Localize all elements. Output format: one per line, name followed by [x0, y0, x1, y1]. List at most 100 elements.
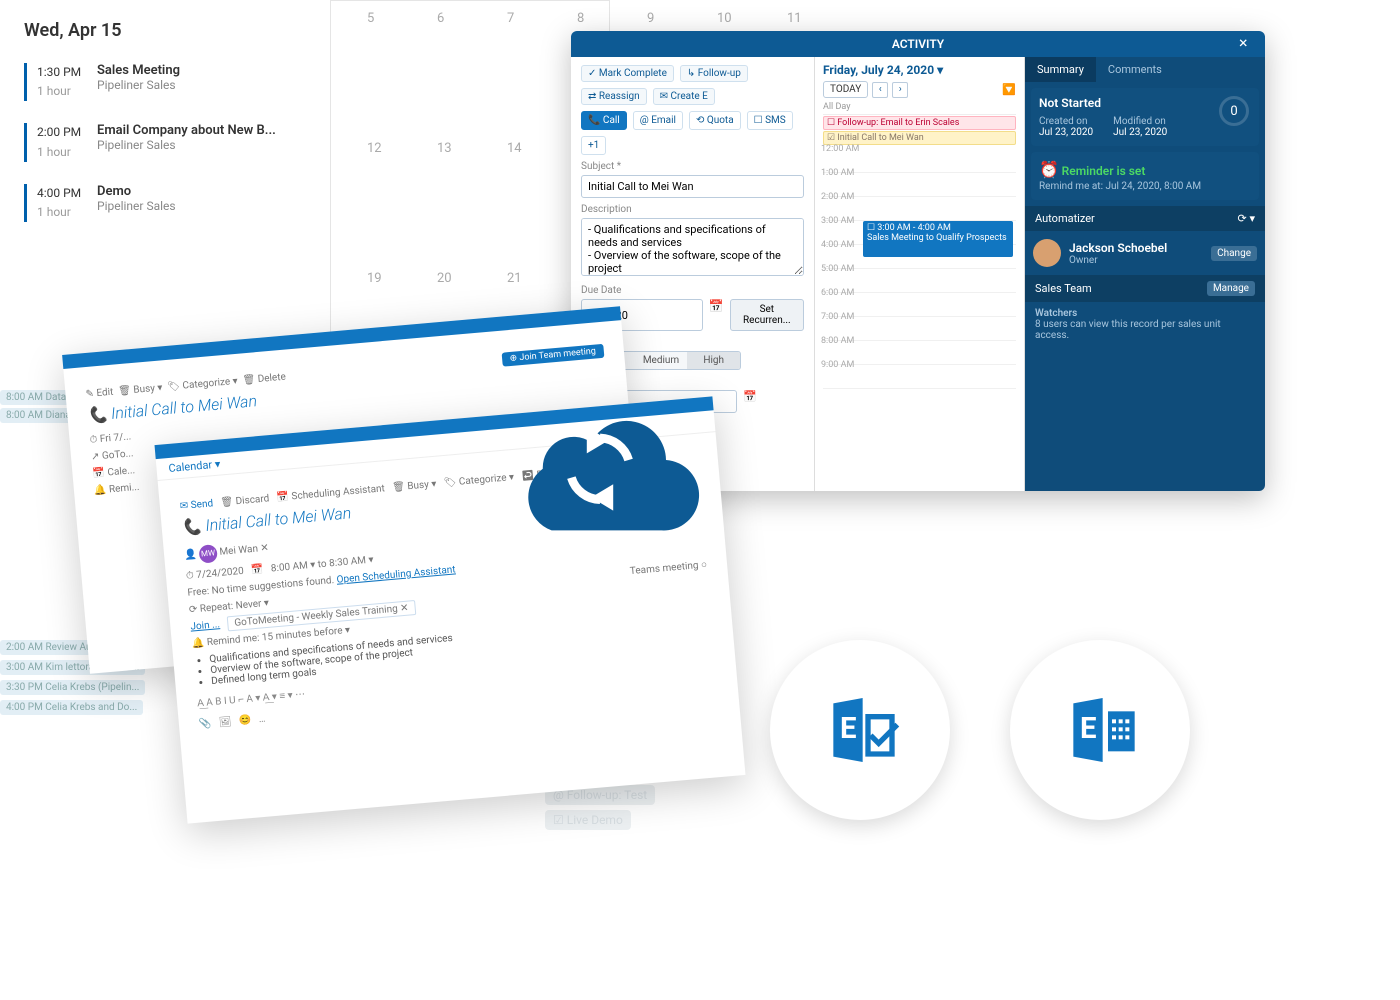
agenda-title: Email Company about New B...: [97, 123, 276, 138]
email-button[interactable]: @ Email: [633, 111, 683, 130]
next-day-button[interactable]: ›: [892, 82, 908, 98]
set-recurrence-button[interactable]: Set Recurren...: [730, 299, 804, 331]
day-9[interactable]: 9: [647, 11, 654, 26]
hour-label: 7:00 AM: [821, 312, 854, 322]
reassign-button[interactable]: ⇄ Reassign: [581, 88, 647, 105]
mark-complete-button[interactable]: ✓ Mark Complete: [581, 65, 674, 82]
chevron-down-icon[interactable]: ▾: [937, 63, 943, 77]
cloud-sync-icon: [490, 360, 710, 560]
allday-event[interactable]: ☑ Initial Call to Mei Wan: [823, 131, 1016, 145]
join-link[interactable]: Join ...: [190, 619, 220, 633]
busy-dropdown[interactable]: 🗑 Busy ▾: [118, 382, 163, 397]
day-11[interactable]: 11: [787, 11, 802, 26]
tab-comments[interactable]: Comments: [1096, 57, 1174, 82]
subject-input[interactable]: [581, 175, 804, 198]
event-title: Sales Meeting to Qualify Prospects: [867, 233, 1009, 243]
status-card: Not Started Created onJul 23, 2020 Modif…: [1031, 88, 1259, 146]
allday-event[interactable]: ☐ Follow-up: Email to Erin Scales: [823, 116, 1016, 130]
svg-text:E: E: [1080, 712, 1097, 746]
quota-button[interactable]: ⟲ Quota: [689, 111, 741, 130]
day-7[interactable]: 7: [507, 11, 514, 26]
day-8[interactable]: 8: [577, 11, 584, 26]
date-input[interactable]: 7/24/2020: [196, 566, 244, 581]
alarm-icon: ⏰: [1039, 160, 1059, 179]
modified-label: Modified on: [1113, 116, 1167, 127]
svg-text:E: E: [840, 712, 857, 746]
calendar-icon[interactable]: 📅: [743, 390, 757, 413]
day-13[interactable]: 13: [437, 141, 452, 156]
hour-label: 4:00 AM: [821, 240, 854, 250]
prev-day-button[interactable]: ‹: [872, 82, 888, 98]
create-button[interactable]: ✉ Create E: [653, 88, 715, 105]
more-actions-button[interactable]: +1: [581, 136, 606, 155]
filter-icon[interactable]: 🔽: [1002, 83, 1016, 96]
agenda-item[interactable]: 2:00 PM1 hour Email Company about New B.…: [24, 123, 296, 161]
call-button[interactable]: 📞 Call: [581, 111, 627, 130]
reminder-title: Reminder is set: [1062, 164, 1146, 178]
allday-label: All Day: [823, 102, 1016, 115]
created-value: Jul 23, 2020: [1039, 127, 1093, 138]
manage-button[interactable]: Manage: [1207, 281, 1255, 296]
avatar: [1033, 239, 1061, 267]
end-time[interactable]: 8:30 AM ▾: [329, 554, 374, 569]
agenda-item[interactable]: 4:00 PM1 hour DemoPipeliner Sales: [24, 184, 296, 222]
followup-button[interactable]: ↳ Follow-up: [680, 65, 748, 82]
watchers-label: Watchers: [1035, 308, 1255, 319]
ghost-event: 4:00 PM Celia Krebs and Do...: [0, 700, 143, 715]
salesteam-label: Sales Team: [1035, 282, 1092, 295]
agenda-title: Demo: [97, 184, 176, 199]
day-19[interactable]: 19: [367, 271, 382, 286]
duedate-label: Due Date: [581, 285, 804, 296]
delete-button[interactable]: 🗑 Delete: [242, 372, 286, 387]
agenda-time: 4:00 PM: [37, 184, 97, 203]
agenda-panel: Wed, Apr 15 1:30 PM1 hour Sales MeetingP…: [0, 0, 320, 264]
day-6[interactable]: 6: [437, 11, 444, 26]
automatizer-label: Automatizer: [1035, 212, 1095, 225]
refresh-icon[interactable]: ⟳ ▾: [1238, 212, 1255, 225]
day-10[interactable]: 10: [717, 11, 732, 26]
sms-button[interactable]: ☐ SMS: [747, 111, 793, 130]
attendee-avatar: MW: [198, 544, 218, 564]
today-button[interactable]: TODAY: [823, 81, 868, 98]
hour-label: 6:00 AM: [821, 288, 854, 298]
description-input[interactable]: [581, 218, 804, 276]
day-12[interactable]: 12: [367, 141, 382, 156]
showas-dropdown[interactable]: 🗑 Busy ▾: [392, 479, 437, 494]
hour-label: 1:00 AM: [821, 168, 854, 178]
owner-role: Owner: [1069, 255, 1167, 266]
day-21[interactable]: 21: [507, 271, 522, 286]
hour-label: 9:00 AM: [821, 360, 854, 370]
day-14[interactable]: 14: [507, 141, 522, 156]
agenda-time: 2:00 PM: [37, 123, 97, 142]
agenda-date: Wed, Apr 15: [24, 20, 296, 41]
day-heading: Friday, July 24, 2020: [823, 63, 934, 77]
count-badge: 0: [1219, 96, 1249, 126]
agenda-duration: 1 hour: [37, 143, 97, 162]
day-20[interactable]: 20: [437, 271, 452, 286]
calendar-icon[interactable]: 📅: [709, 299, 724, 331]
repeat-dropdown[interactable]: Repeat: Never ▾: [199, 598, 269, 615]
exchange-tasks-icon: E: [770, 640, 950, 820]
owner-row: Jackson SchoebelOwner Change: [1025, 231, 1265, 275]
automatizer-header[interactable]: Automatizer ⟳ ▾: [1025, 206, 1265, 231]
edit-button[interactable]: ✎ Edit: [85, 387, 114, 400]
agenda-sub: Pipeliner Sales: [97, 78, 180, 92]
discard-button[interactable]: 🗑 Discard: [220, 493, 270, 508]
change-button[interactable]: Change: [1211, 246, 1257, 261]
exchange-calendar-icon: E: [1010, 640, 1190, 820]
categorize-dropdown[interactable]: 🏷 Categorize ▾: [167, 376, 238, 393]
reminder-text: Remind me at: Jul 24, 2020, 8:00 AM: [1039, 181, 1201, 192]
hour-label: 8:00 AM: [821, 336, 854, 346]
start-time[interactable]: 8:00 AM ▾: [270, 560, 315, 575]
tab-summary[interactable]: Summary: [1025, 57, 1096, 82]
send-button[interactable]: ✉ Send: [179, 498, 213, 512]
day-5[interactable]: 5: [367, 11, 374, 26]
agenda-item[interactable]: 1:30 PM1 hour Sales MeetingPipeliner Sal…: [24, 63, 296, 101]
attendee-chip[interactable]: Mei Wan ✕: [219, 543, 269, 558]
close-icon[interactable]: ×: [1239, 31, 1265, 57]
modified-value: Jul 23, 2020: [1113, 127, 1167, 138]
teams-meeting-toggle[interactable]: Teams meeting ○: [629, 559, 707, 577]
agenda-duration: 1 hour: [37, 203, 97, 222]
event-time: ☐ 3:00 AM - 4:00 AM: [867, 223, 1009, 233]
hour-label: 12:00 AM: [821, 144, 859, 154]
